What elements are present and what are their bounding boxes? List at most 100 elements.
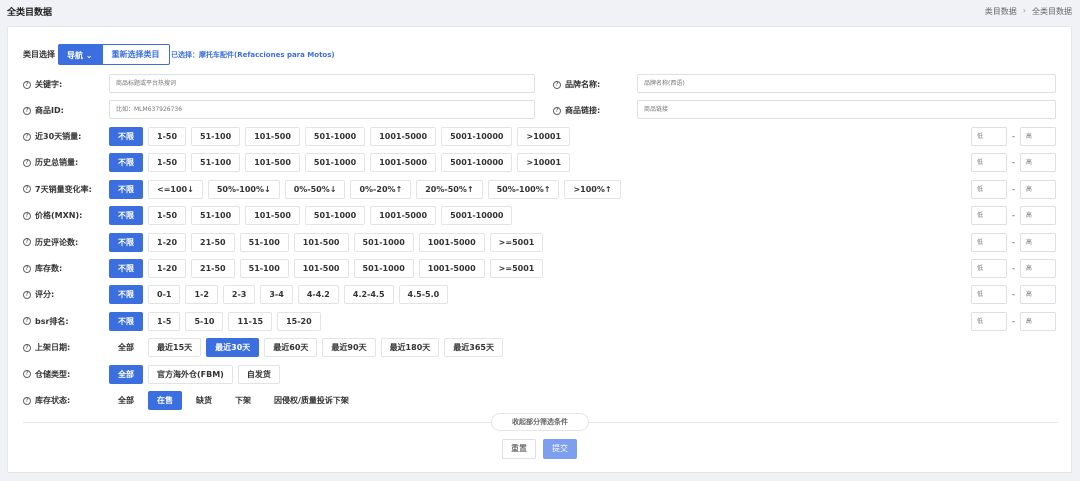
filter-option[interactable]: 不限 <box>109 259 143 278</box>
filter-option[interactable]: 5001-10000 <box>441 127 513 146</box>
filter-option[interactable]: 不限 <box>109 232 143 252</box>
range-high-input[interactable] <box>1019 127 1056 146</box>
filter-option[interactable]: 1-2 <box>185 285 218 305</box>
filter-option[interactable]: 101-500 <box>245 206 300 226</box>
range-low-input[interactable] <box>971 153 1007 173</box>
filter-option[interactable]: 1-50 <box>148 206 187 226</box>
nav-dropdown-button[interactable]: 导航 ⌄ <box>58 44 102 65</box>
filter-option[interactable]: 不限 <box>109 206 143 226</box>
range-high-input[interactable] <box>1019 153 1056 173</box>
filter-option[interactable]: 101-500 <box>245 153 300 173</box>
submit-button[interactable]: 提交 <box>543 439 577 459</box>
filter-option[interactable]: 51-100 <box>191 127 241 146</box>
range-low-input[interactable] <box>971 179 1007 199</box>
filter-option[interactable]: >=5001 <box>489 232 544 252</box>
filter-option[interactable]: 1001-5000 <box>418 259 485 278</box>
range-high-input[interactable] <box>1019 311 1056 331</box>
filter-option[interactable]: 21-50 <box>191 259 235 278</box>
filter-option[interactable]: 在售 <box>148 391 182 410</box>
filter-option[interactable]: 5001-10000 <box>441 206 513 226</box>
range-high-input[interactable] <box>1019 179 1056 199</box>
filter-option[interactable]: 缺货 <box>187 391 221 410</box>
breadcrumb-item-category-data[interactable]: 类目数据 <box>985 6 1017 17</box>
filter-option[interactable]: 0%-20%↑ <box>350 179 412 199</box>
filter-option[interactable]: 21-50 <box>191 232 235 252</box>
filter-option[interactable]: 20%-50%↑ <box>416 179 483 199</box>
reset-button[interactable]: 重置 <box>502 439 536 459</box>
filter-option[interactable]: 1-20 <box>148 232 187 252</box>
filter-option[interactable]: 最近15天 <box>148 338 202 358</box>
range-low-input[interactable] <box>971 259 1007 278</box>
filter-option[interactable]: 501-1000 <box>353 232 414 252</box>
product-link-input[interactable] <box>637 100 1056 119</box>
filter-option[interactable]: 不限 <box>109 179 143 199</box>
filter-option[interactable]: 下架 <box>226 391 260 410</box>
filter-option[interactable]: 3-4 <box>260 285 293 305</box>
filter-option[interactable]: 51-100 <box>191 153 241 173</box>
filter-option[interactable]: 全部 <box>109 364 143 384</box>
filter-option[interactable]: >10001 <box>517 153 571 173</box>
keyword-input[interactable] <box>109 74 535 93</box>
filter-option[interactable]: <=100↓ <box>148 179 203 199</box>
filter-option[interactable]: 全部 <box>109 338 143 358</box>
filter-option[interactable]: 最近60天 <box>264 338 318 358</box>
filter-option[interactable]: 全部 <box>109 391 143 410</box>
brand-input[interactable] <box>637 74 1056 93</box>
range-high-input[interactable] <box>1019 259 1056 278</box>
filter-option[interactable]: 0-1 <box>148 285 181 305</box>
filter-option[interactable]: >=5001 <box>489 259 544 278</box>
product-id-input[interactable] <box>109 100 535 119</box>
range-low-input[interactable] <box>971 285 1007 305</box>
filter-option[interactable]: 1-50 <box>148 127 187 146</box>
range-high-input[interactable] <box>1019 206 1056 226</box>
filter-option[interactable]: 不限 <box>109 285 143 305</box>
filter-option[interactable]: 501-1000 <box>304 206 366 226</box>
range-low-input[interactable] <box>971 232 1007 252</box>
filter-option[interactable]: 501-1000 <box>353 259 414 278</box>
filter-option[interactable]: 51-100 <box>239 259 289 278</box>
filter-option[interactable]: 不限 <box>109 153 143 173</box>
filter-option[interactable]: 1-20 <box>148 259 187 278</box>
filter-option[interactable]: 1-5 <box>148 311 181 331</box>
filter-option[interactable]: 4.2-4.5 <box>343 285 394 305</box>
filter-option[interactable]: 不限 <box>109 311 143 331</box>
filter-option[interactable]: 1001-5000 <box>370 153 437 173</box>
filter-option[interactable]: 2-3 <box>222 285 256 305</box>
filter-option[interactable]: 101-500 <box>293 232 349 252</box>
filter-option[interactable]: 5001-10000 <box>441 153 513 173</box>
collapse-filters-button[interactable]: 收起部分筛选条件 <box>491 413 589 431</box>
filter-option[interactable]: 15-20 <box>277 311 321 331</box>
filter-option[interactable]: 1001-5000 <box>370 127 437 146</box>
filter-option[interactable]: 因侵权/质量投诉下架 <box>265 391 358 410</box>
filter-option[interactable]: 501-1000 <box>304 127 366 146</box>
range-low-input[interactable] <box>971 127 1007 146</box>
filter-option[interactable]: 1-50 <box>148 153 187 173</box>
filter-option[interactable]: 最近30天 <box>206 338 260 358</box>
range-high-input[interactable] <box>1019 232 1056 252</box>
filter-option[interactable]: 0%-50%↓ <box>284 179 346 199</box>
filter-option[interactable]: 51-100 <box>191 206 241 226</box>
filter-option[interactable]: 1001-5000 <box>370 206 437 226</box>
range-low-input[interactable] <box>971 206 1007 226</box>
filter-option[interactable]: 最近90天 <box>322 338 376 358</box>
filter-option[interactable]: 自发货 <box>237 364 280 384</box>
filter-option[interactable]: 最近365天 <box>444 338 503 358</box>
filter-option[interactable]: 50%-100%↓ <box>207 179 280 199</box>
filter-option[interactable]: 最近180天 <box>380 338 440 358</box>
filter-option[interactable]: 11-15 <box>228 311 273 331</box>
filter-option[interactable]: 4-4.2 <box>297 285 339 305</box>
filter-option[interactable]: 官方海外仓(FBM) <box>148 364 233 384</box>
filter-option[interactable]: >100%↑ <box>564 179 621 199</box>
reselect-category-button[interactable]: 重新选择类目 <box>101 44 170 65</box>
filter-option[interactable]: 51-100 <box>239 232 289 252</box>
range-high-input[interactable] <box>1019 285 1056 305</box>
filter-option[interactable]: 4.5-5.0 <box>398 285 449 305</box>
filter-option[interactable]: 不限 <box>109 127 143 146</box>
filter-option[interactable]: 50%-100%↑ <box>487 179 560 199</box>
range-low-input[interactable] <box>971 311 1007 331</box>
filter-option[interactable]: 101-500 <box>245 127 300 146</box>
filter-option[interactable]: 5-10 <box>185 311 224 331</box>
filter-option[interactable]: 501-1000 <box>304 153 366 173</box>
filter-option[interactable]: >10001 <box>517 127 571 146</box>
filter-option[interactable]: 101-500 <box>293 259 349 278</box>
